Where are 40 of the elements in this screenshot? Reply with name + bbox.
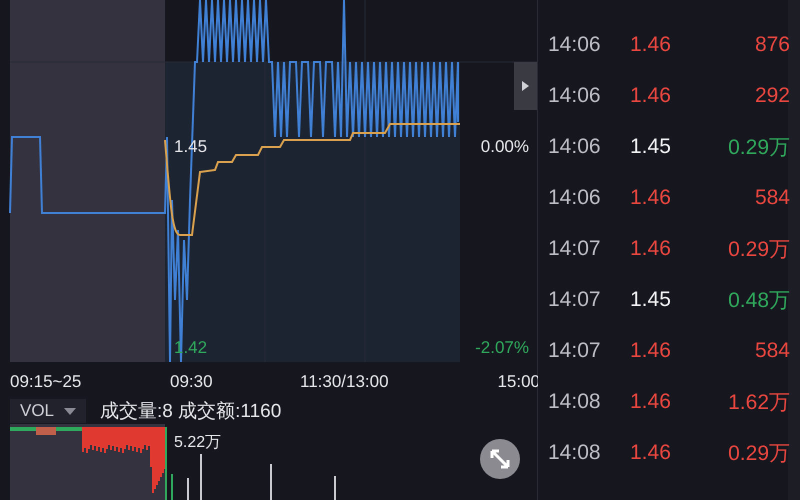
trade-volume: 584 <box>754 338 790 362</box>
trade-time: 14:08 <box>548 390 602 414</box>
trade-price: 1.46 <box>630 186 672 210</box>
volume-summary: 成交量:8 成交额:1160 <box>100 400 282 424</box>
trade-time: 14:07 <box>548 288 602 312</box>
trade-time: 14:07 <box>548 236 602 260</box>
volume-scale-label: 5.22万 <box>174 433 222 453</box>
trade-volume: 292 <box>754 84 790 108</box>
trade-price: 1.46 <box>630 440 672 464</box>
time-axis-label: 09:15~25 <box>10 372 82 392</box>
trade-price: 1.45 <box>630 134 672 158</box>
trade-time: 14:06 <box>548 134 602 158</box>
trade-time: 14:07 <box>548 338 602 362</box>
trade-volume: 0.48万 <box>727 288 790 314</box>
time-axis-label: 11:30/13:00 <box>300 372 390 392</box>
trade-time: 14:08 <box>548 440 602 464</box>
trade-price: 1.45 <box>630 288 672 312</box>
fullscreen-button[interactable] <box>480 439 520 479</box>
trade-price: 1.46 <box>630 32 672 56</box>
trade-volume: 0.29万 <box>727 236 790 262</box>
trade-volume: 584 <box>754 186 790 210</box>
trade-time: 14:06 <box>548 186 602 210</box>
trade-time: 14:06 <box>548 84 602 108</box>
trade-volume: 1.62万 <box>727 390 790 416</box>
trade-price: 1.46 <box>630 338 672 362</box>
trade-volume: 0.29万 <box>727 134 790 160</box>
time-axis-label: 09:30 <box>170 372 214 392</box>
caret-icon <box>64 408 76 414</box>
price-scale-label: 0.00% <box>480 137 529 157</box>
play-icon <box>521 80 530 92</box>
trade-volume: 876 <box>754 32 790 56</box>
trade-volume: 0.29万 <box>727 440 790 466</box>
price-scale-label: -2.07% <box>475 338 529 358</box>
indicator-dropdown[interactable]: VOL <box>10 399 86 423</box>
expand-tab[interactable] <box>514 62 537 110</box>
expand-icon <box>489 448 511 470</box>
trade-price: 1.46 <box>630 390 672 414</box>
trade-time: 14:06 <box>548 32 602 56</box>
trade-price: 1.46 <box>630 84 672 108</box>
trade-price: 1.46 <box>630 236 672 260</box>
